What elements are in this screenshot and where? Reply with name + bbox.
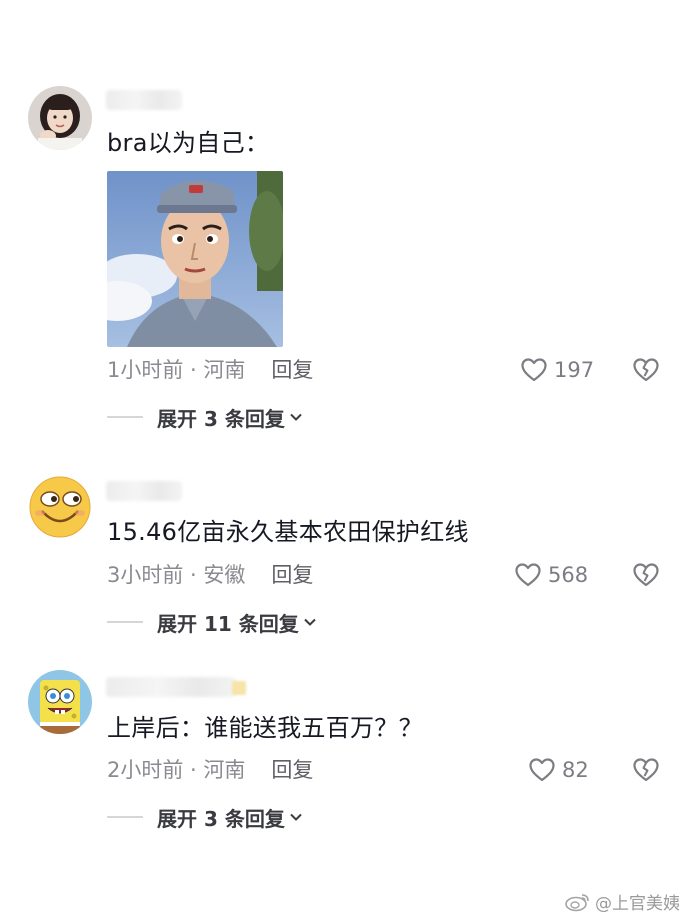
comment-meta: 2小时前 · 河南 回复 [107, 758, 314, 782]
user-badge [232, 681, 246, 695]
like-button[interactable]: 197 [520, 355, 594, 385]
comment-time: 3小时前 [107, 563, 184, 587]
comment-image[interactable] [107, 171, 283, 347]
divider [107, 816, 143, 818]
spongebob-avatar [28, 670, 92, 734]
heart-outline-icon [521, 358, 547, 382]
like-button[interactable]: 568 [514, 560, 588, 590]
heart-outline-icon [529, 758, 555, 782]
divider [107, 621, 143, 623]
chevron-down-icon [290, 413, 302, 421]
expand-replies-button[interactable]: 展开 3 条回复 [107, 803, 303, 831]
like-count: 197 [554, 358, 595, 382]
comment-time: 2小时前 [107, 758, 184, 782]
expand-replies-label: 展开 3 条回复 [157, 806, 285, 831]
reply-button[interactable]: 回复 [271, 563, 313, 587]
like-count: 568 [548, 563, 589, 587]
watermark: @上官美姨 [565, 889, 680, 914]
comment-location: 安徽 [203, 563, 246, 587]
username[interactable] [106, 677, 236, 697]
dislike-button[interactable] [631, 755, 661, 785]
avatar-girl-image [28, 86, 92, 150]
weibo-logo-icon [565, 893, 589, 911]
divider [107, 416, 143, 418]
broken-heart-icon [633, 563, 659, 587]
comment-time: 1小时前 [107, 358, 184, 382]
heart-outline-icon [515, 563, 541, 587]
expand-replies-label: 展开 11 条回复 [157, 611, 299, 636]
avatar[interactable] [28, 475, 92, 539]
expand-replies-button[interactable]: 展开 11 条回复 [107, 608, 317, 636]
broken-heart-icon [633, 358, 659, 382]
broken-heart-icon [633, 758, 659, 782]
dislike-button[interactable] [631, 560, 661, 590]
chevron-down-icon [304, 618, 316, 626]
avatar[interactable] [28, 86, 92, 150]
username[interactable] [106, 481, 182, 501]
like-count: 82 [562, 758, 589, 782]
username[interactable] [106, 90, 182, 110]
like-button[interactable]: 82 [528, 755, 589, 785]
comment-meta: 1小时前 · 河南 回复 [107, 358, 314, 382]
expand-replies-label: 展开 3 条回复 [157, 406, 285, 431]
comment-text: 15.46亿亩永久基本农田保护红线 [107, 518, 469, 546]
reply-button[interactable]: 回复 [271, 358, 313, 382]
expand-replies-button[interactable]: 展开 3 条回复 [107, 403, 303, 431]
dislike-button[interactable] [631, 355, 661, 385]
comment-meta: 3小时前 · 安徽 回复 [107, 563, 314, 587]
comment-text: bra以为自己： [107, 129, 270, 157]
comment-location: 河南 [203, 758, 246, 782]
meme-soldier-image [107, 171, 283, 347]
watermark-text: @上官美姨 [595, 894, 680, 914]
avatar[interactable] [28, 670, 92, 734]
comment-location: 河南 [203, 358, 246, 382]
reply-button[interactable]: 回复 [271, 758, 313, 782]
chevron-down-icon [290, 813, 302, 821]
comment-text: 上岸后：谁能送我五百万？？ [107, 714, 423, 742]
smiley-emoji-avatar [28, 475, 92, 539]
